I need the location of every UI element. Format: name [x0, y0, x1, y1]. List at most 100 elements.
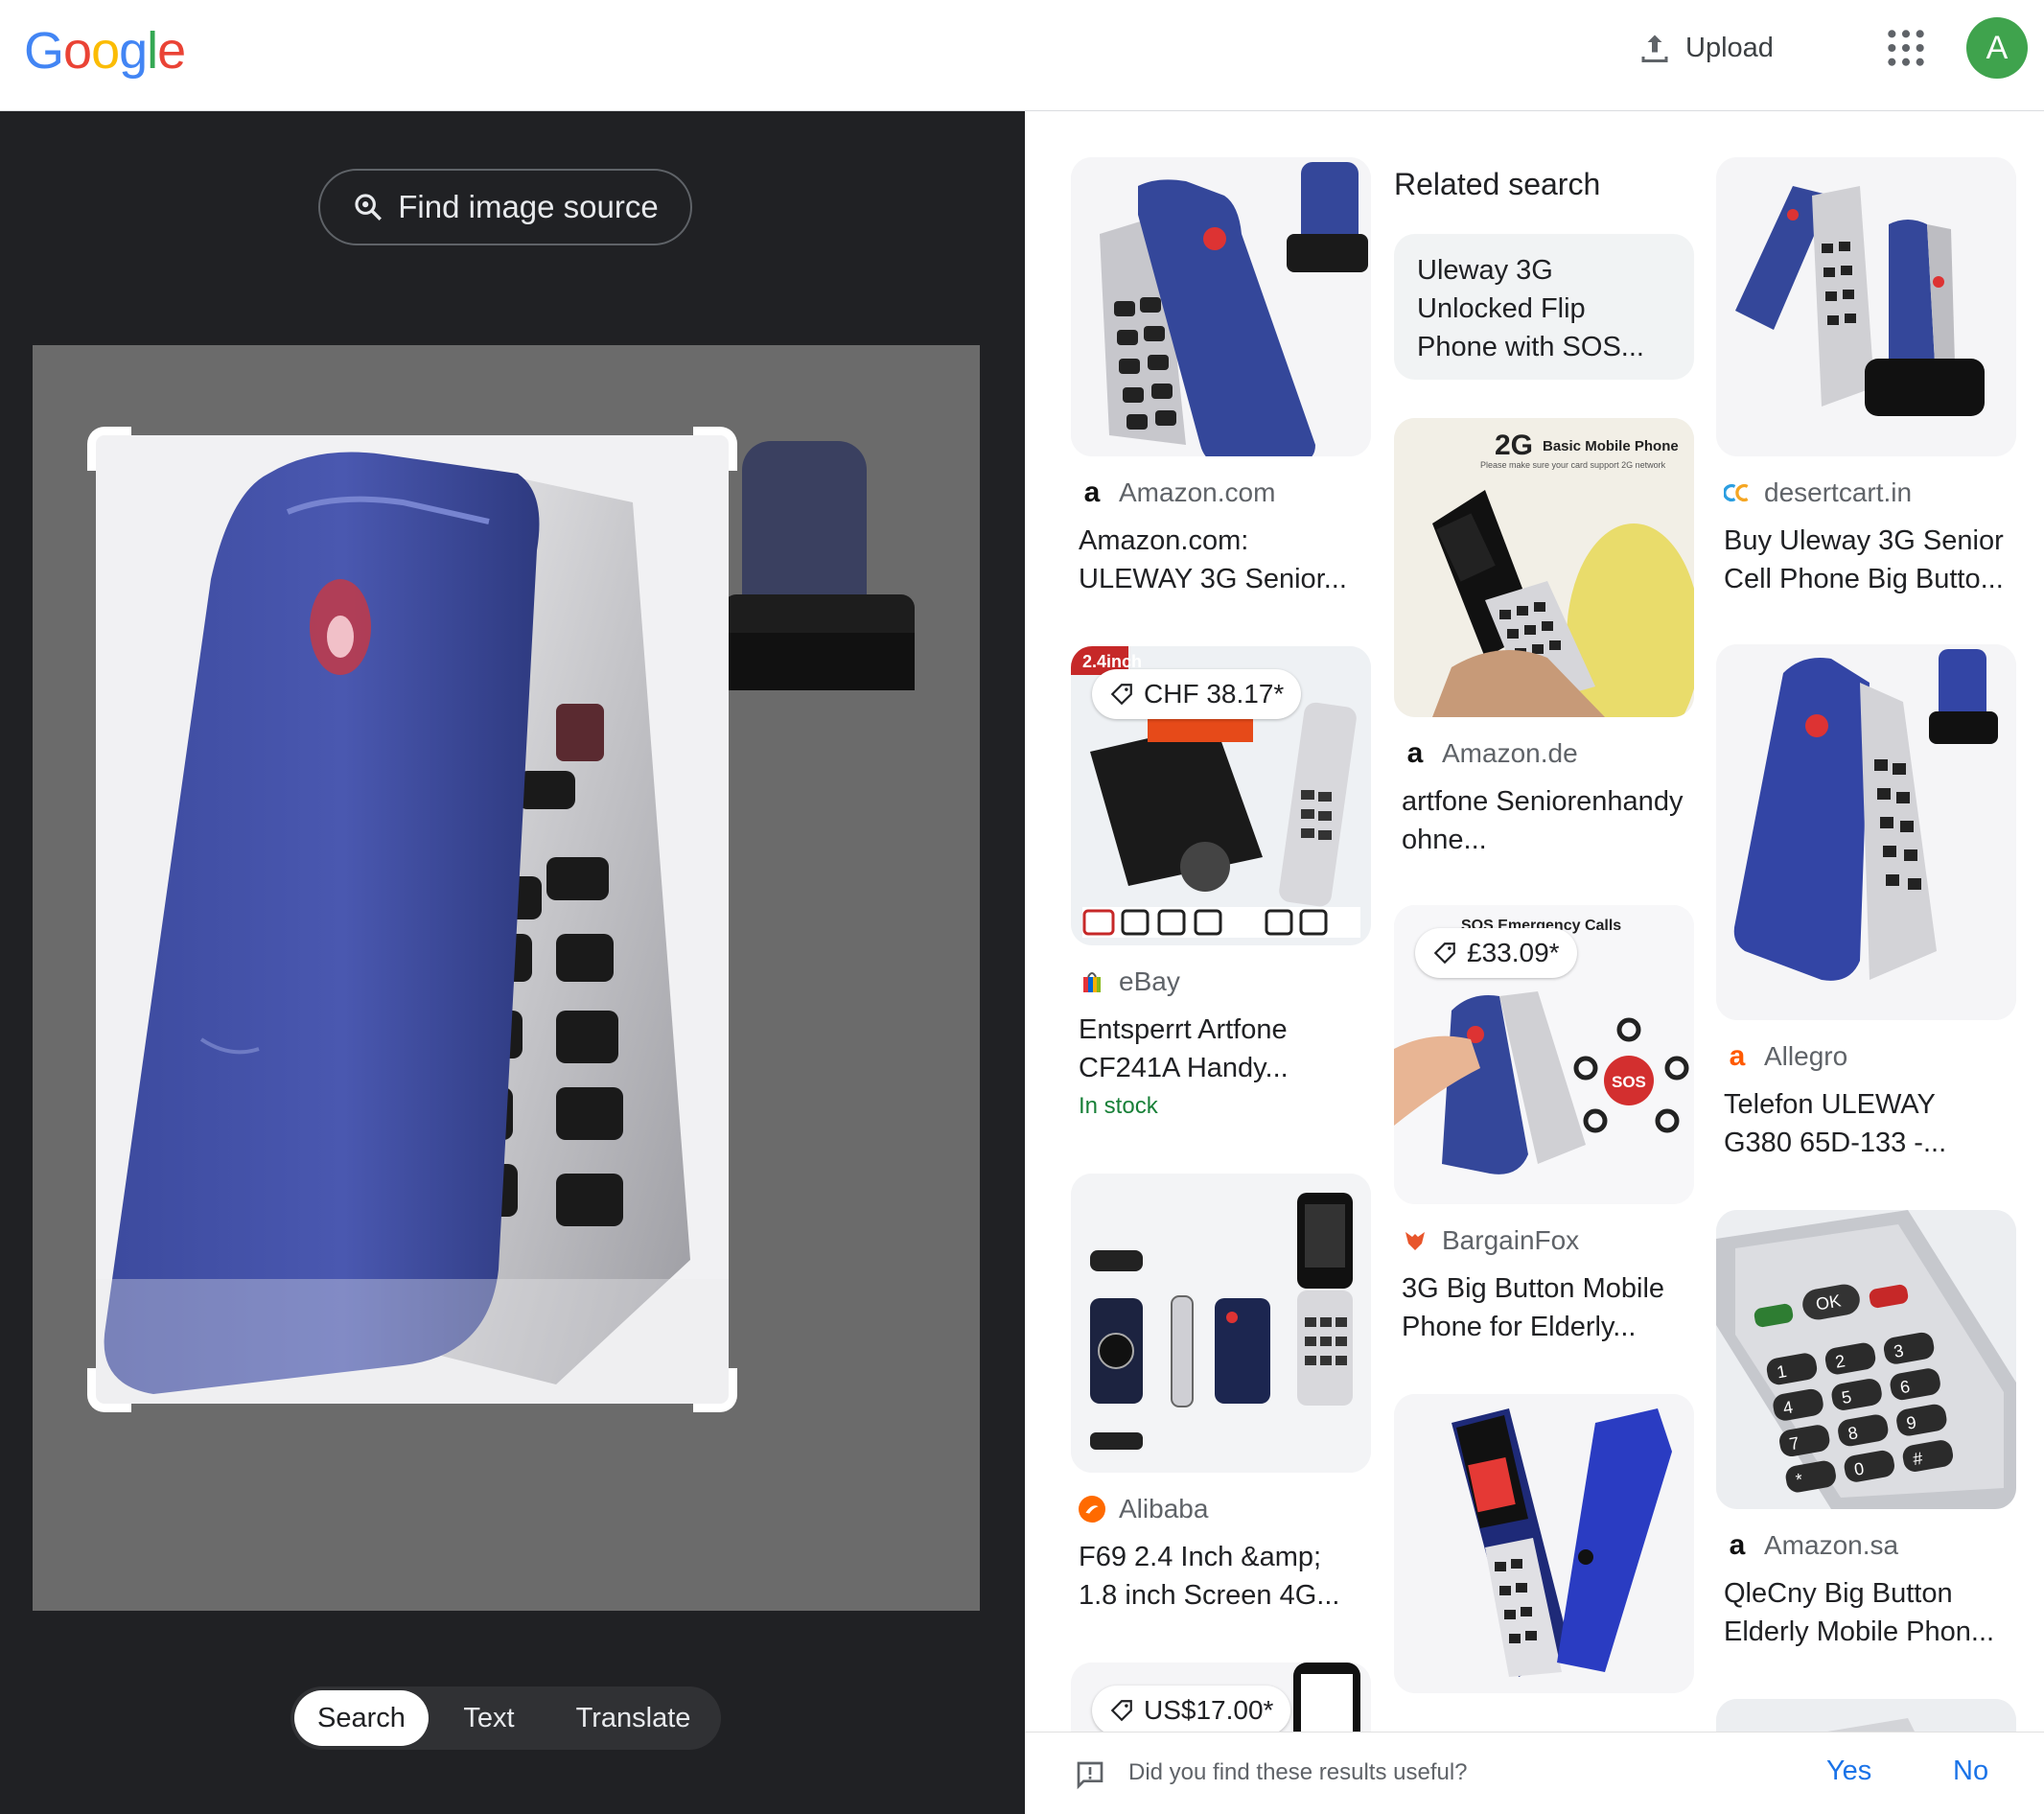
result-source: a Amazon.de	[1394, 737, 1694, 769]
result-title: Telefon ULEWAY G380 65D-133 -...	[1724, 1089, 1947, 1158]
crop-handle-top-left[interactable]	[87, 427, 131, 471]
result-thumbnail: OK 1 2 3 4 5 6 7 8 9 * 0 #	[1716, 1210, 2016, 1509]
result-source-name: BargainFox	[1442, 1225, 1580, 1255]
amazon-icon: a	[1406, 737, 1424, 769]
price-tag-icon	[1110, 684, 1132, 706]
find-image-source-button[interactable]: Find image source	[318, 169, 692, 245]
result-title: F69 2.4 Inch &amp; 1.8 inch Screen 4G...	[1079, 1542, 1340, 1611]
result-source-name: Allegro	[1764, 1041, 1848, 1071]
upload-button[interactable]: Upload	[1638, 25, 1774, 71]
query-image[interactable]	[33, 345, 980, 1611]
result-thumbnail: SOS Emergency Calls SOS £33.09*	[1394, 905, 1694, 1204]
price-badge: £33.09*	[1415, 928, 1577, 978]
result-thumbnail	[1071, 157, 1371, 456]
related-search-chip[interactable]: Uleway 3G Unlocked Flip Phone with SOS..…	[1394, 234, 1694, 380]
result-thumbnail	[1716, 1699, 2016, 1732]
allegro-icon: a	[1729, 1040, 1746, 1072]
result-title: Entsperrt Artfone CF241A Handy...	[1079, 1014, 1289, 1083]
result-thumbnail	[1716, 644, 2016, 1020]
tab-translate[interactable]: Translate	[549, 1690, 717, 1746]
result-card[interactable]	[1716, 1699, 2016, 1732]
stock-status: In stock	[1079, 1093, 1158, 1119]
result-card[interactable]: a Allegro Telefon ULEWAY G380 65D-133 -.…	[1716, 644, 2016, 1162]
result-source-name: Alibaba	[1119, 1494, 1209, 1523]
tab-search[interactable]: Search	[294, 1690, 429, 1746]
result-source: a Allegro	[1716, 1040, 2016, 1072]
tab-text[interactable]: Text	[429, 1690, 549, 1746]
account-avatar[interactable]: A	[1966, 17, 2028, 79]
price-text: US$17.00*	[1144, 1695, 1274, 1725]
result-source: Alibaba	[1071, 1494, 1371, 1524]
thumb-note-text: Please make sure your card support 2G ne…	[1480, 460, 1666, 470]
logo-letter: l	[147, 22, 158, 80]
ebay-bag-icon	[1079, 968, 1105, 995]
thumb-2g-text: 2G	[1495, 430, 1533, 461]
feedback-bar: Did you find these results useful? Yes N…	[1025, 1732, 2044, 1814]
result-card[interactable]: US$17.00*	[1071, 1663, 1371, 1732]
result-card[interactable]: SOS Emergency Calls SOS £33.09* BargainF…	[1394, 905, 1694, 1346]
thumb-basic-phone-text: Basic Mobile Phone	[1543, 438, 1679, 454]
crop-handle-bottom-right[interactable]	[693, 1368, 737, 1412]
upload-icon	[1641, 35, 1668, 62]
logo-letter: G	[24, 22, 64, 80]
result-title: 3G Big Button Mobile Phone for Elderly..…	[1402, 1273, 1665, 1342]
phone-photo	[96, 435, 729, 1404]
result-source: BargainFox	[1394, 1225, 1694, 1256]
result-thumbnail	[1394, 1394, 1694, 1693]
thumb-sos-label: SOS	[1612, 1073, 1646, 1091]
bargainfox-icon	[1402, 1227, 1428, 1254]
result-title: artfone Seniorenhandy ohne...	[1402, 786, 1684, 855]
desertcart-icon	[1724, 479, 1751, 506]
feedback-question: Did you find these results useful?	[1128, 1759, 1468, 1785]
lens-mode-tabs: Search Text Translate	[290, 1686, 721, 1750]
feedback-icon	[1077, 1761, 1103, 1790]
result-source-name: desertcart.in	[1764, 477, 1913, 507]
result-source-name: Amazon.com	[1119, 477, 1276, 507]
crop-handle-bottom-left[interactable]	[87, 1368, 131, 1412]
result-title: QleCny Big Button Elderly Mobile Phon...	[1724, 1578, 1995, 1647]
result-source-name: Amazon.sa	[1764, 1530, 1899, 1560]
result-card[interactable]: 2G Basic Mobile Phone Please make sure y…	[1394, 418, 1694, 859]
result-source: desertcart.in	[1716, 477, 2016, 508]
top-bar: Google Upload A	[0, 0, 2044, 111]
price-text: £33.09*	[1467, 938, 1560, 967]
apps-grid-icon[interactable]	[1885, 27, 1927, 69]
amazon-icon: a	[1729, 1529, 1746, 1561]
result-card[interactable]: 2.4inch CHF 38.17* eBay Entsperrt Artfon…	[1071, 646, 1371, 1120]
result-card[interactable]: a Amazon.com Amazon.com: ULEWAY 3G Senio…	[1071, 157, 1371, 598]
feedback-yes-button[interactable]: Yes	[1826, 1756, 1871, 1787]
result-source: eBay	[1071, 966, 1371, 997]
crop-handle-top-right[interactable]	[693, 427, 737, 471]
result-source: a Amazon.sa	[1716, 1529, 2016, 1561]
amazon-icon: a	[1083, 477, 1101, 508]
result-thumbnail	[1716, 157, 2016, 456]
price-badge: CHF 38.17*	[1092, 669, 1302, 719]
related-search-title: Related search	[1394, 167, 1601, 201]
lens-search-icon	[355, 194, 383, 221]
price-text: CHF 38.17*	[1144, 679, 1285, 709]
result-source-name: eBay	[1119, 966, 1180, 996]
feedback-no-button[interactable]: No	[1953, 1756, 1988, 1787]
logo-letter: e	[157, 22, 186, 80]
result-source-name: Amazon.de	[1442, 738, 1578, 768]
result-source: a Amazon.com	[1071, 477, 1371, 508]
upload-label: Upload	[1685, 32, 1774, 63]
result-card[interactable]: Alibaba F69 2.4 Inch &amp; 1.8 inch Scre…	[1071, 1174, 1371, 1615]
logo-letter: o	[63, 22, 92, 80]
result-card[interactable]: desertcart.in Buy Uleway 3G Senior Cell …	[1716, 157, 2016, 598]
result-card[interactable]: OK 1 2 3 4 5 6 7 8 9 * 0 # a Amazon.sa QleCny Big B…	[1716, 1210, 2016, 1651]
result-title: Amazon.com: ULEWAY 3G Senior...	[1079, 525, 1347, 594]
result-title: Buy Uleway 3G Senior Cell Phone Big Butt…	[1724, 525, 2004, 594]
find-image-source-label: Find image source	[398, 189, 659, 224]
price-badge: US$17.00*	[1092, 1686, 1291, 1732]
price-tag-icon	[1433, 942, 1455, 965]
price-tag-icon	[1110, 1700, 1132, 1722]
result-thumbnail	[1071, 1174, 1371, 1473]
google-logo[interactable]: Google	[24, 21, 186, 81]
result-thumbnail: 2G Basic Mobile Phone Please make sure y…	[1394, 418, 1694, 717]
result-card[interactable]	[1394, 1394, 1694, 1693]
result-thumbnail: 2.4inch CHF 38.17*	[1071, 646, 1371, 945]
inch-badge-text: 2.4inch	[1082, 652, 1142, 671]
alibaba-icon	[1079, 1496, 1105, 1523]
crop-selection[interactable]	[96, 435, 729, 1404]
